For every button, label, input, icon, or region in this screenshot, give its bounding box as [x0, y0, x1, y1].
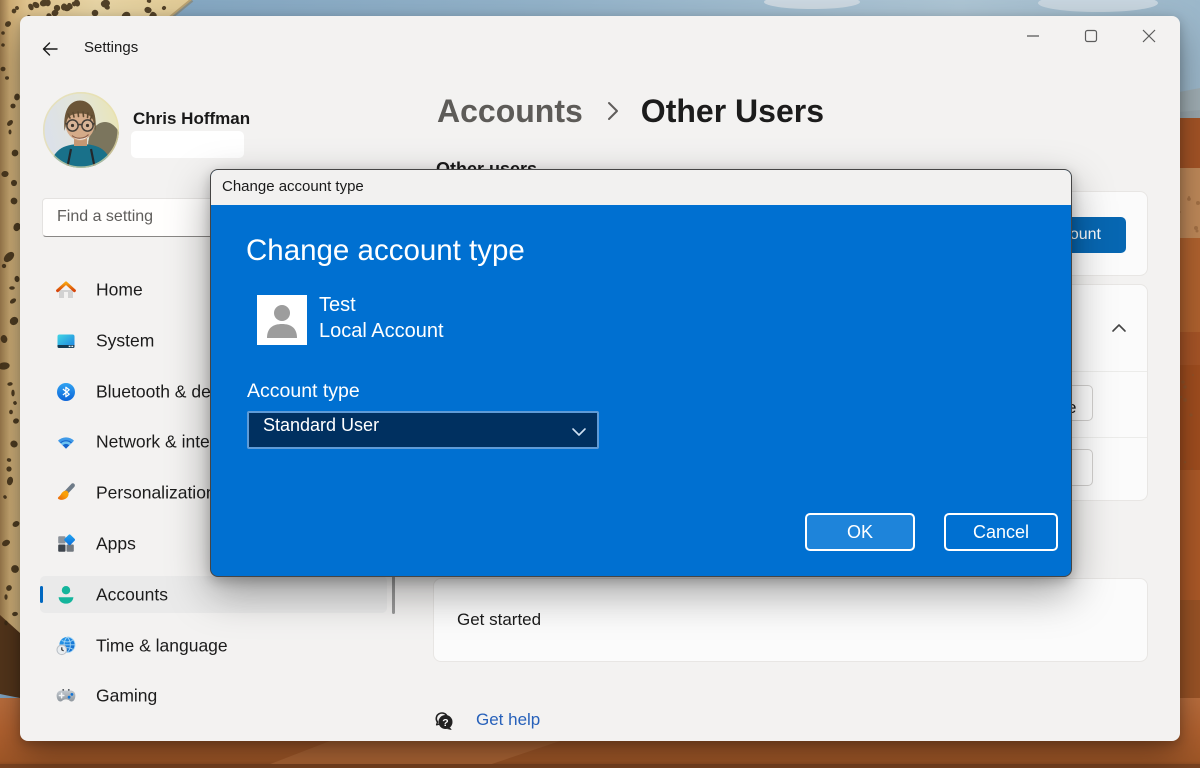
svg-text:?: ? [442, 717, 448, 729]
